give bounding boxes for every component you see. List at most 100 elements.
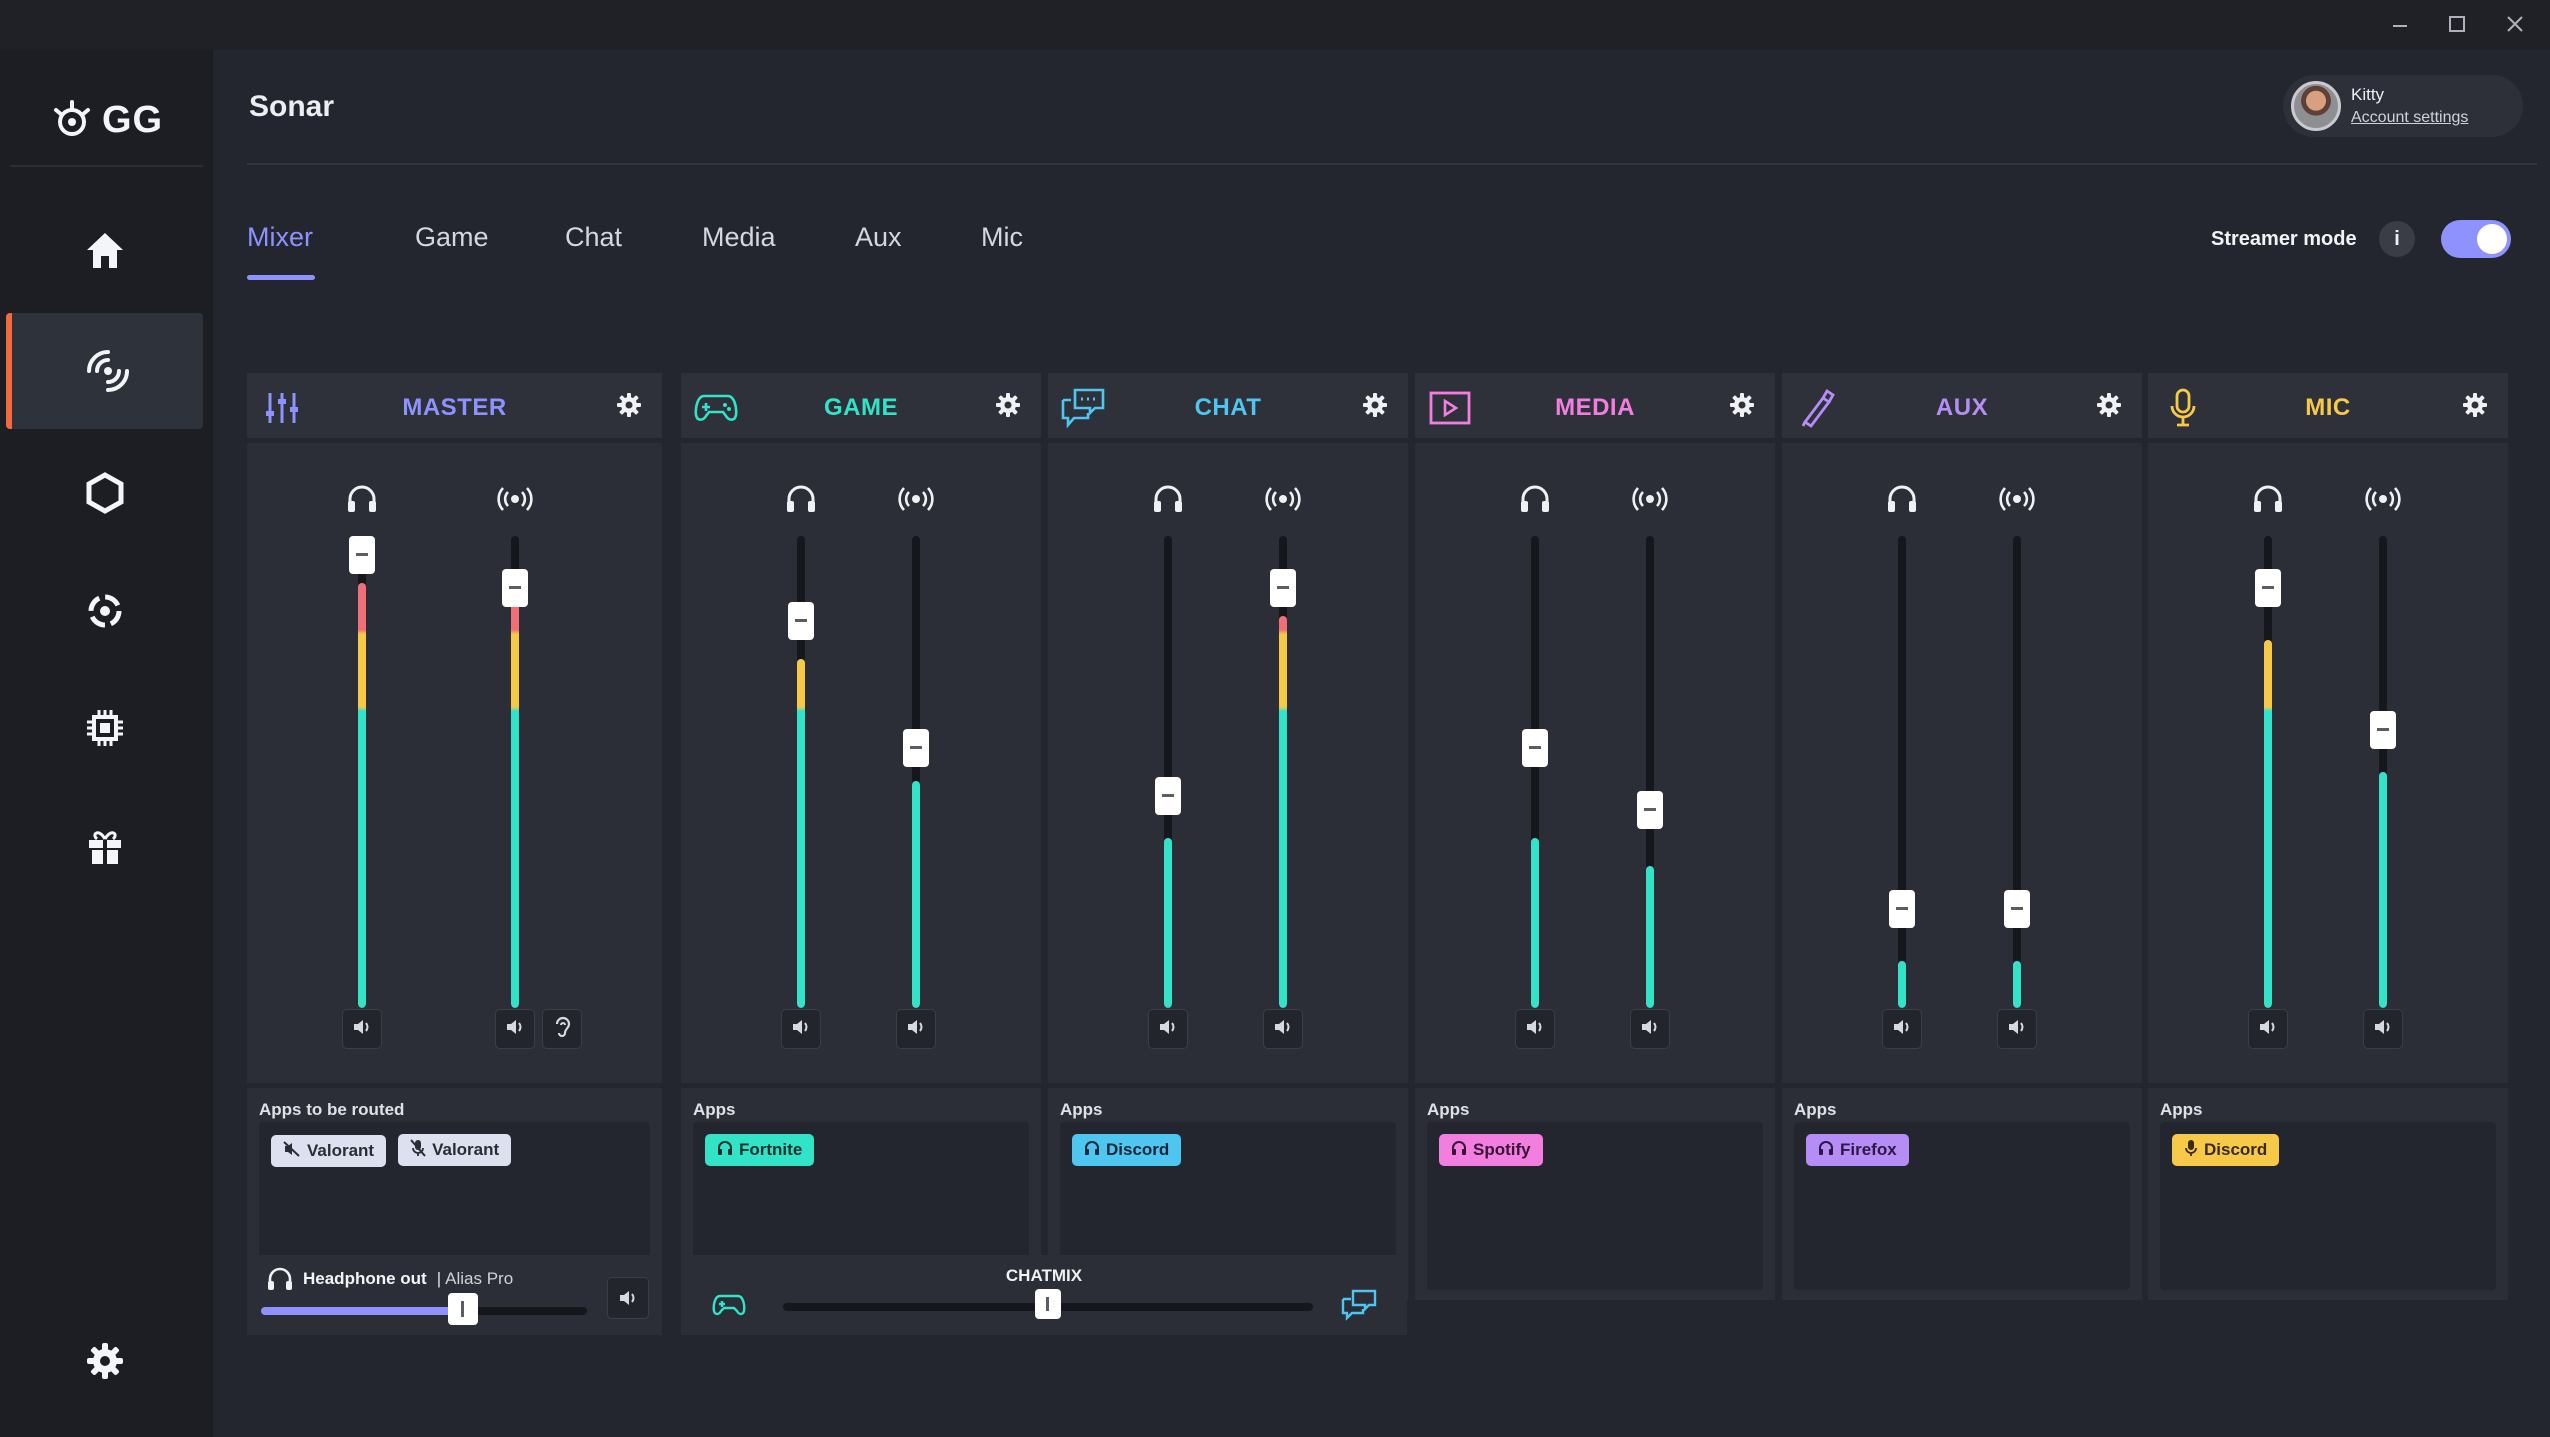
mute-button[interactable] [1148,1009,1188,1049]
mute-button[interactable] [1882,1009,1922,1049]
volume-slider-thumb[interactable] [502,569,528,607]
chip-icon [86,710,123,746]
volume-slider-thumb[interactable] [1637,791,1663,829]
gear-icon [86,1343,123,1379]
volume-slider-thumb[interactable] [1270,569,1296,607]
mute-button[interactable] [781,1009,821,1049]
home-icon [86,233,123,268]
volume-slider-thumb[interactable] [2370,711,2396,749]
sidebar-item-home[interactable] [6,192,203,308]
headphone-icon [268,1267,292,1290]
app-chip[interactable]: Fortnite [705,1134,815,1166]
headphone-icon [1884,481,1920,517]
volume-slider-thumb[interactable] [788,602,814,640]
speaker-icon [352,1018,372,1041]
monitor-button[interactable] [542,1009,582,1049]
tab-aux[interactable]: Aux [855,222,902,253]
mute-button[interactable] [1515,1009,1555,1049]
headphone-icon [1150,481,1186,517]
hexagon-icon [86,472,123,514]
tab-chat[interactable]: Chat [565,222,622,253]
app-chip[interactable]: Valorant [398,1134,512,1166]
volume-slider-thumb[interactable] [2255,569,2281,607]
headphone-output-slider[interactable] [261,1293,587,1325]
mute-button[interactable] [1630,1009,1670,1049]
close-button[interactable] [2490,6,2540,44]
muted-mic-icon [410,1138,426,1162]
sidebar-item-rewards[interactable] [6,788,203,904]
chatmix-label: CHATMIX [1005,1266,1083,1285]
channel-header: MEDIA [1415,373,1775,438]
channel-apps-panel: Apps Discord [2148,1088,2508,1300]
channel-settings-button[interactable] [614,392,644,422]
speaker-icon [2007,1018,2027,1041]
sidebar-item-settings[interactable] [6,1303,203,1419]
tab-mic[interactable]: Mic [981,222,1023,253]
apps-drop-area[interactable]: Discord [2160,1122,2496,1290]
minimize-button[interactable] [2375,6,2425,44]
sidebar-item-engine[interactable] [6,435,203,551]
channel-header: MIC [2148,373,2508,438]
volume-slider-thumb[interactable] [349,536,375,574]
mute-button[interactable] [495,1009,535,1049]
toggle-knob [2477,224,2507,254]
account-name: Kitty [2351,85,2385,104]
headphone-output-thumb[interactable] [448,1293,478,1325]
sidebar-divider [10,165,203,167]
app-chip[interactable]: Spotify [1439,1134,1543,1166]
personal-volume-slider[interactable] [1164,536,1172,1008]
chat-bubbles-icon [1341,1289,1377,1321]
personal-volume-slider[interactable] [1898,536,1906,1008]
maximize-button[interactable] [2432,6,2482,44]
speaker-icon [2258,1018,2278,1041]
mute-button[interactable] [342,1009,382,1049]
mute-button[interactable] [896,1009,936,1049]
streamer-mode-info-button[interactable]: i [2379,221,2415,257]
sidebar-item-sonar[interactable] [6,313,203,429]
streamer-mode-toggle[interactable] [2441,220,2511,258]
chatmix-game-icon [709,1285,749,1325]
channel-settings-button[interactable] [1727,392,1757,422]
personal-volume-slider[interactable] [1531,536,1539,1008]
tab-media[interactable]: Media [702,222,776,253]
mute-button[interactable] [1263,1009,1303,1049]
app-chip[interactable]: Discord [1072,1134,1182,1166]
sidebar-item-moments[interactable] [6,553,203,669]
stream-volume-slider[interactable] [2013,536,2021,1008]
mute-button[interactable] [1997,1009,2037,1049]
app-chip[interactable]: Valorant [271,1135,387,1167]
level-meter [1898,961,1906,1008]
volume-slider-thumb[interactable] [903,729,929,767]
level-meter [912,781,920,1008]
app-chip[interactable]: Firefox [1806,1134,1909,1166]
channel-sliders [1782,443,2142,1083]
stream-volume-slider[interactable] [2379,536,2387,1008]
chatmix-thumb[interactable] [1035,1289,1061,1319]
sidebar-item-engine-chip[interactable] [6,670,203,786]
channel-settings-button[interactable] [2094,392,2124,422]
personal-volume-slider[interactable] [358,536,366,1008]
channel-settings-button[interactable] [993,392,1023,422]
volume-slider-thumb[interactable] [2004,890,2030,928]
volume-slider-thumb[interactable] [1889,890,1915,928]
apps-drop-area[interactable]: Spotify [1427,1122,1763,1290]
mute-button[interactable] [2248,1009,2288,1049]
gear-icon [2462,392,2488,423]
apps-label: Apps [1427,1100,1470,1119]
volume-slider-thumb[interactable] [1155,777,1181,815]
tab-mixer[interactable]: Mixer [247,222,313,253]
account-settings-link[interactable]: Account settings [2351,109,2468,127]
channel-settings-button[interactable] [1360,392,1390,422]
tab-game[interactable]: Game [415,222,489,253]
account-button[interactable]: Kitty Account settings [2283,75,2523,137]
apps-drop-area[interactable]: Firefox [1794,1122,2130,1290]
volume-slider-thumb[interactable] [1522,729,1548,767]
stream-volume-slider[interactable] [1646,536,1654,1008]
stream-volume-slider[interactable] [912,536,920,1008]
channel-settings-button[interactable] [2460,392,2490,422]
app-chip[interactable]: Discord [2172,1134,2280,1166]
mute-button[interactable] [2363,1009,2403,1049]
headphone-output-mute-button[interactable] [607,1277,649,1319]
level-meter [2013,961,2021,1008]
chatmix-slider[interactable] [783,1289,1313,1319]
